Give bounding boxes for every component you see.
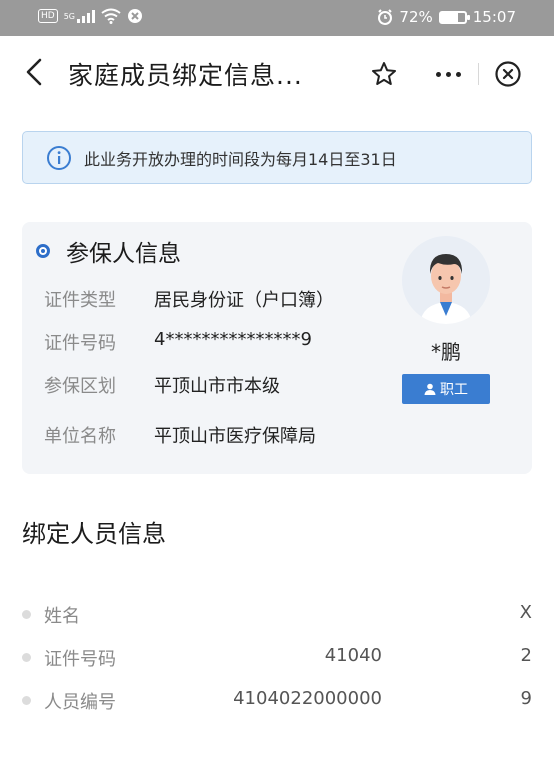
mini-program-capsule: [418, 52, 538, 96]
avatar: [402, 236, 490, 324]
back-button[interactable]: [18, 54, 54, 90]
row-label: 单位名称: [44, 426, 116, 447]
favorite-button[interactable]: [362, 52, 406, 96]
bound-value-tail: 2: [520, 645, 532, 666]
alarm-icon: [378, 9, 393, 25]
bullet-dot: [22, 653, 31, 662]
back-icon: [26, 58, 42, 86]
insured-info-card: 参保人信息 证件类型 居民身份证（户口簿） 证件号码 4************…: [22, 222, 532, 474]
role-badge-label: 职工: [440, 382, 468, 398]
row-label: 证件类型: [44, 290, 116, 311]
close-button[interactable]: [479, 52, 537, 96]
bullet-dot: [22, 696, 31, 705]
notice-text: 此业务开放办理的时间段为每月14日至31日: [84, 149, 397, 169]
avatar-person-icon: [402, 236, 490, 324]
bound-value: 41040: [324, 645, 382, 666]
bound-value-tail: 9: [520, 688, 532, 709]
close-icon: [495, 61, 521, 87]
insured-row-id-type: 证件类型 居民身份证（户口簿）: [44, 286, 334, 312]
notice-banner: 此业务开放办理的时间段为每月14日至31日: [22, 131, 532, 184]
status-left: HD 5G: [38, 8, 143, 24]
section-marker-icon: [36, 244, 50, 258]
star-icon: [372, 62, 396, 85]
row-value: 平顶山市市本级: [154, 376, 280, 397]
insured-row-region: 参保区划 平顶山市市本级: [44, 372, 280, 398]
network-label: 5G: [63, 11, 75, 21]
row-label: 证件号码: [44, 333, 116, 354]
bound-label: 姓名: [44, 606, 80, 627]
row-value: 平顶山市医疗保障局: [154, 426, 316, 447]
insured-row-employer: 单位名称 平顶山市医疗保障局: [44, 422, 316, 448]
battery-percent: 72%: [399, 8, 433, 26]
bullet-dot: [22, 610, 31, 619]
bound-section-title: 绑定人员信息: [22, 520, 166, 548]
wifi-icon: [101, 8, 121, 24]
insured-card-title: 参保人信息: [66, 241, 181, 267]
title-bar: 家庭成员绑定信息...: [0, 36, 554, 110]
bound-label: 证件号码: [44, 649, 116, 670]
status-bar: HD 5G 72% 15:07: [0, 0, 554, 36]
info-icon: [47, 145, 71, 170]
bound-row-person-number: 人员编号 4104022000000 9: [22, 686, 534, 716]
hd-badge: HD: [38, 9, 58, 23]
row-value: 4***************9: [154, 329, 312, 350]
role-badge: 职工: [402, 374, 490, 404]
vpn-icon: [128, 9, 142, 23]
insured-row-id-number: 证件号码 4***************9: [44, 329, 312, 355]
bound-row-id-number: 证件号码 41040 2: [22, 643, 534, 673]
more-icon: [435, 71, 441, 77]
signal-icon: [77, 10, 95, 23]
insured-card-header: 参保人信息: [36, 234, 181, 268]
user-icon: [424, 383, 436, 395]
battery-icon: [438, 10, 470, 24]
battery-level-fill: [440, 12, 459, 22]
more-button[interactable]: [418, 52, 478, 96]
bound-row-name: 姓名 X: [22, 600, 534, 630]
clock: 15:07: [472, 8, 516, 26]
row-label: 参保区划: [44, 376, 116, 397]
bound-value-tail: X: [519, 602, 532, 623]
insured-name: *鹏: [431, 340, 461, 364]
bound-value: 4104022000000: [233, 688, 382, 709]
status-right: 72% 15:07: [377, 8, 516, 26]
bound-label: 人员编号: [44, 692, 116, 713]
row-value: 居民身份证（户口簿）: [154, 290, 334, 311]
page-title: 家庭成员绑定信息...: [68, 61, 303, 90]
